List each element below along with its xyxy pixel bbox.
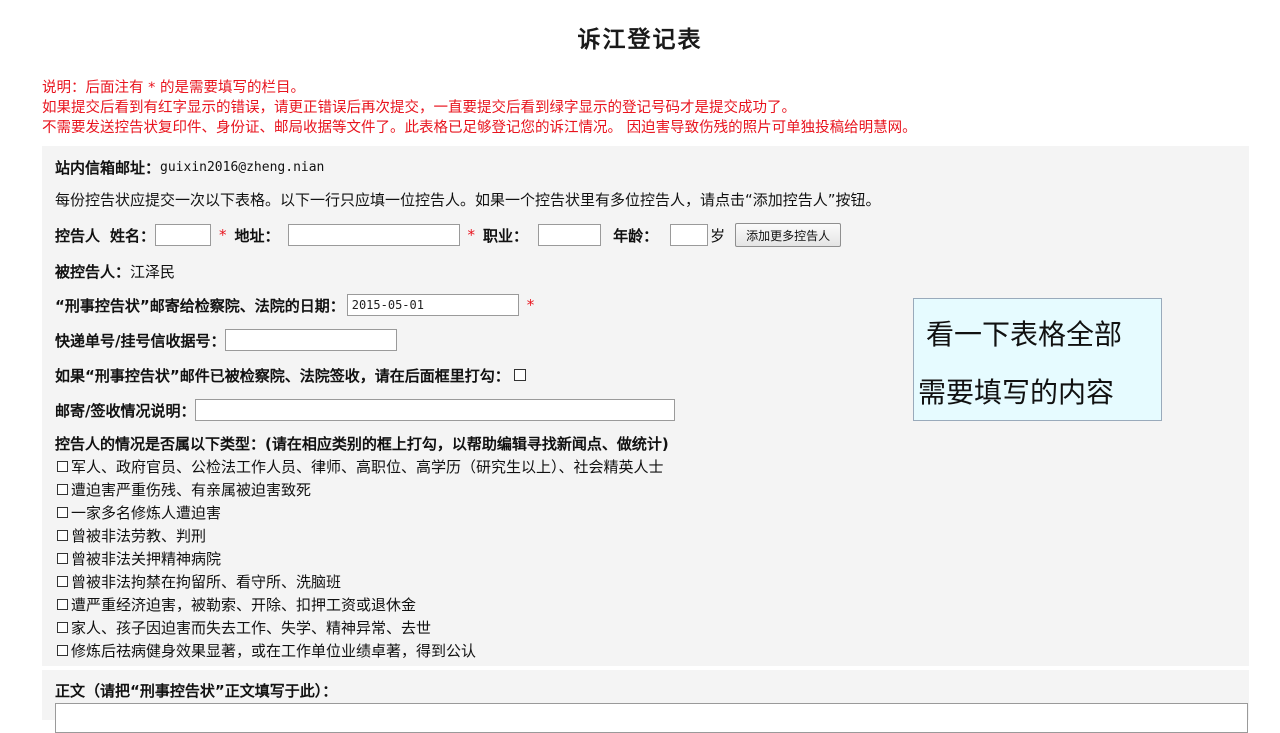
category-label: 曾被非法劳教、判刑 xyxy=(71,526,207,545)
accuser-row: 控告人 姓名： * 地址： * 职业： 年龄： 岁 添加更多控告人 xyxy=(55,222,842,248)
mailbox-value: guixin2016@zheng.nian xyxy=(160,159,325,175)
categories-heading: 控告人的情况是否属以下类型：(请在相应类别的框上打勾，以帮助编辑寻找新闻点、做统… xyxy=(55,432,669,454)
signed-checkbox[interactable] xyxy=(513,369,526,381)
category-item: 家人、孩子因迫害而失去工作、失学、精神异常、去世 xyxy=(57,616,431,638)
body-text-label: 正文（请把“刑事控告状”正文填写于此）： xyxy=(55,681,338,700)
accused-value: 江泽民 xyxy=(130,262,176,281)
instruction-line: 每份控告状应提交一次以下表格。以下一行只应填一位控告人。如果一个控告状里有多位控… xyxy=(55,190,881,209)
category-label: 一家多名修炼人遭迫害 xyxy=(71,503,222,522)
mailbox-row: 站内信箱邮址： guixin2016@zheng.nian xyxy=(55,157,324,177)
required-mark: * xyxy=(526,296,535,314)
tracking-row: 快递单号/挂号信收据号： xyxy=(55,327,398,353)
instruction-text: 每份控告状应提交一次以下表格。以下一行只应填一位控告人。如果一个控告状里有多位控… xyxy=(55,189,881,209)
note-line: 说明：后面注有 * 的是需要填写的栏目。 xyxy=(42,80,305,96)
page-title: 诉江登记表 xyxy=(577,26,703,53)
category-item: 曾被非法劳教、判刑 xyxy=(57,524,206,546)
mail-note-input[interactable] xyxy=(195,399,676,421)
mail-date-input[interactable] xyxy=(346,294,519,316)
name-input[interactable] xyxy=(155,224,212,246)
category-checkbox[interactable] xyxy=(57,598,68,610)
category-item: 一家多名修炼人遭迫害 xyxy=(57,501,221,523)
required-mark: * xyxy=(219,226,227,244)
accused-row: 被控告人： 江泽民 xyxy=(55,260,175,282)
note-line: 不需要发送控告状复印件、身份证、邮局收据等文件了。此表格已足够登记您的诉江情况。… xyxy=(42,120,917,136)
body-text-row: 正文（请把“刑事控告状”正文填写于此）： xyxy=(55,680,337,700)
annotation-callout: 看一下表格全部 需要填写的内容 xyxy=(913,298,1162,421)
note-line: 如果提交后看到有红字显示的错误，请更正错误后再次提交，一直要提交后看到绿字显示的… xyxy=(42,100,796,116)
age-input[interactable] xyxy=(670,224,709,246)
category-label: 军人、政府官员、公检法工作人员、律师、高职位、高学历（研究生以上）、社会精英人士 xyxy=(71,457,664,476)
category-checkbox[interactable] xyxy=(57,460,68,472)
callout-line: 看一下表格全部 xyxy=(926,318,1123,351)
category-label: 曾被非法拘禁在拘留所、看守所、洗脑班 xyxy=(71,572,342,591)
category-checkbox[interactable] xyxy=(57,575,68,587)
category-label: 遭严重经济迫害，被勒索、开除、扣押工资或退休金 xyxy=(71,595,417,614)
category-checkbox[interactable] xyxy=(57,483,68,495)
mail-date-row: “刑事控告状”邮寄给检察院、法院的日期： * xyxy=(55,292,534,318)
category-label: 遭迫害严重伤残、有亲属被迫害致死 xyxy=(71,480,312,499)
category-checkbox[interactable] xyxy=(57,529,68,541)
name-label: 姓名： xyxy=(110,226,156,245)
mailbox-label: 站内信箱邮址： xyxy=(55,158,161,177)
categories-heading-text: 控告人的情况是否属以下类型：(请在相应类别的框上打勾，以帮助编辑寻找新闻点、做统… xyxy=(55,434,669,453)
add-accuser-button[interactable]: 添加更多控告人 xyxy=(735,223,842,247)
accuser-label: 控告人 xyxy=(55,226,101,245)
age-unit: 岁 xyxy=(710,226,726,245)
body-textarea[interactable] xyxy=(55,703,1248,733)
category-checkbox[interactable] xyxy=(57,621,68,633)
category-label: 修炼后祛病健身效果显著，或在工作单位业绩卓著，得到公认 xyxy=(71,641,477,660)
job-label: 职业： xyxy=(483,226,529,245)
address-label: 地址： xyxy=(234,226,280,245)
category-item: 遭严重经济迫害，被勒索、开除、扣押工资或退休金 xyxy=(57,593,416,615)
category-label: 曾被非法关押精神病院 xyxy=(71,549,222,568)
signed-row: 如果“刑事控告状”邮件已被检察院、法院签收，请在后面框里打勾： xyxy=(55,364,529,386)
tracking-input[interactable] xyxy=(225,329,398,351)
category-item: 修炼后祛病健身效果显著，或在工作单位业绩卓著，得到公认 xyxy=(57,639,476,661)
required-mark: * xyxy=(467,226,476,244)
mail-note-label: 邮寄/签收情况说明： xyxy=(55,401,196,420)
category-checkbox[interactable] xyxy=(57,506,68,518)
category-item: 遭迫害严重伤残、有亲属被迫害致死 xyxy=(57,478,311,500)
category-checkbox[interactable] xyxy=(57,644,68,656)
category-item: 军人、政府官员、公检法工作人员、律师、高职位、高学历（研究生以上）、社会精英人士 xyxy=(57,455,664,477)
category-item: 曾被非法关押精神病院 xyxy=(57,547,221,569)
callout-line: 需要填写的内容 xyxy=(918,376,1115,409)
tracking-label: 快递单号/挂号信收据号： xyxy=(55,331,226,350)
mail-date-label: “刑事控告状”邮寄给检察院、法院的日期： xyxy=(55,296,345,315)
signed-label: 如果“刑事控告状”邮件已被检察院、法院签收，请在后面框里打勾： xyxy=(55,366,510,385)
age-label: 年龄： xyxy=(613,226,659,245)
address-input[interactable] xyxy=(287,224,460,246)
instructions-notes: 说明：后面注有 * 的是需要填写的栏目。 如果提交后看到有红字显示的错误，请更正… xyxy=(42,78,1262,138)
category-checkbox[interactable] xyxy=(57,552,68,564)
category-label: 家人、孩子因迫害而失去工作、失学、精神异常、去世 xyxy=(71,618,432,637)
job-input[interactable] xyxy=(538,224,602,246)
category-item: 曾被非法拘禁在拘留所、看守所、洗脑班 xyxy=(57,570,341,592)
accused-label: 被控告人： xyxy=(55,262,131,281)
mail-note-row: 邮寄/签收情况说明： xyxy=(55,397,676,423)
